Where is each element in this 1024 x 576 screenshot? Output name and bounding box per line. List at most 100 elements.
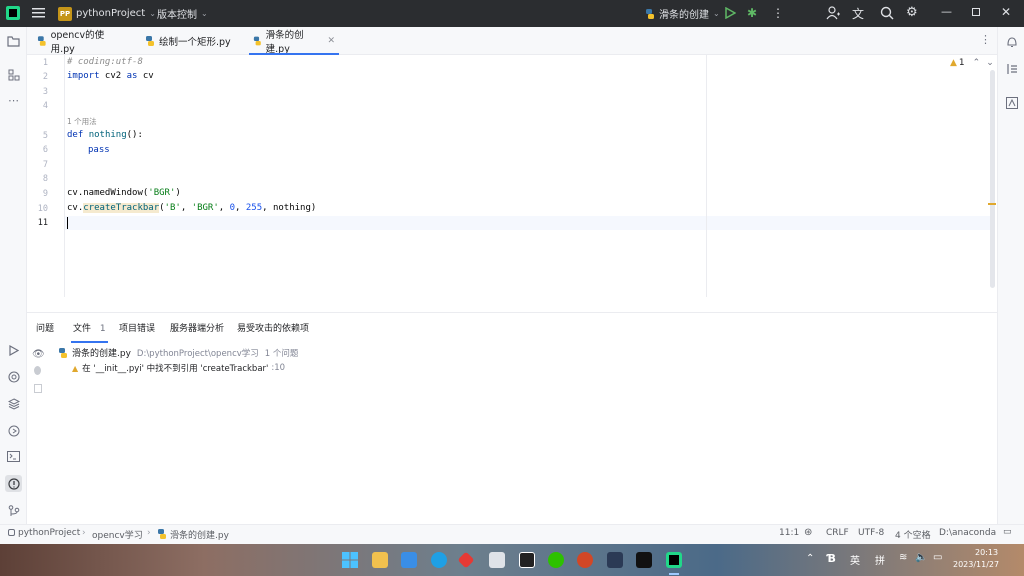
project-name: pythonProject xyxy=(76,8,146,19)
volume-icon[interactable]: 🔈 xyxy=(915,552,927,563)
gear-icon[interactable]: ⚙ xyxy=(906,5,918,20)
lightbulb-icon[interactable] xyxy=(34,366,41,375)
active-app-indicator xyxy=(669,573,679,575)
python-console-icon[interactable] xyxy=(6,369,21,384)
vcs-menu[interactable]: 版本控制 ⌄ xyxy=(157,0,208,27)
chevron-up-icon[interactable]: ⌃ xyxy=(806,553,814,564)
project-switcher[interactable]: PP pythonProject ⌄ xyxy=(58,0,156,27)
eye-icon[interactable]: 👁 xyxy=(32,349,45,360)
line-separator[interactable]: CRLF xyxy=(826,528,849,538)
problem-file-path: D:\pythonProject\opencv学习 xyxy=(136,348,259,359)
clock-time[interactable]: 20:13 xyxy=(975,548,998,557)
services-icon[interactable] xyxy=(6,423,21,438)
title-bar: PP pythonProject ⌄ 版本控制 ⌄ 滑条的创建 ⌄ ✱ ⋮ 文 … xyxy=(0,0,1024,27)
current-line-highlight xyxy=(65,216,995,230)
problem-file-row[interactable]: 滑条的创建.py D:\pythonProject\opencv学习 1 个问题 xyxy=(58,346,298,359)
wifi-icon[interactable]: ≋ xyxy=(899,552,907,563)
store-icon[interactable] xyxy=(401,552,417,568)
breadcrumb-file[interactable]: 滑条的创建.py xyxy=(170,528,229,541)
calculator-icon[interactable] xyxy=(489,552,505,568)
inspection-widget[interactable]: ▲ 1 ⌃ ⌄ xyxy=(950,58,994,68)
pycharm-logo-icon[interactable] xyxy=(6,6,20,20)
breadcrumb-folder[interactable]: opencv学习 xyxy=(92,528,143,541)
chevron-down-icon[interactable]: ⌄ xyxy=(986,58,994,68)
lock-icon[interactable]: ▭ xyxy=(1003,527,1012,537)
terminal-icon[interactable] xyxy=(6,449,21,464)
sciview-icon[interactable] xyxy=(1004,95,1019,110)
search-icon[interactable] xyxy=(880,6,894,23)
main-menu-icon[interactable] xyxy=(32,7,45,22)
tray-app-icon[interactable]: Ɓ xyxy=(827,552,836,565)
preview-icon[interactable] xyxy=(34,384,42,393)
terminal-app-icon[interactable] xyxy=(636,552,652,568)
ime-pinyin[interactable]: 拼 xyxy=(875,552,885,567)
folder-icon[interactable] xyxy=(6,34,21,49)
run-config-selector[interactable]: 滑条的创建 ⌄ xyxy=(645,0,720,27)
edge-browser-icon[interactable] xyxy=(431,552,447,568)
tab-project-errors[interactable]: 项目错误 xyxy=(119,321,155,334)
problem-message: 在 '__init__.pyi' 中找不到引用 'createTrackbar' xyxy=(82,364,269,374)
caret-position[interactable]: 11:1 xyxy=(779,528,799,538)
chevron-up-icon[interactable]: ⌃ xyxy=(973,58,981,68)
clipchamp-icon[interactable] xyxy=(519,552,535,568)
add-user-icon[interactable] xyxy=(826,6,840,23)
tab-draw-rectangle[interactable]: 绘制一个矩形.py xyxy=(135,27,243,55)
app-dark-icon[interactable] xyxy=(607,552,623,568)
windows-start-icon[interactable] xyxy=(342,552,358,568)
problem-item[interactable]: ▲ 在 '__init__.pyi' 中找不到引用 'createTrackba… xyxy=(72,362,285,374)
module-icon xyxy=(8,529,15,536)
run-icon[interactable] xyxy=(725,6,737,22)
clock-date[interactable]: 2023/11/27 xyxy=(953,560,999,569)
indent-setting[interactable]: 4 个空格 xyxy=(895,528,931,541)
tab-vulnerable-deps[interactable]: 易受攻击的依赖项 xyxy=(237,321,309,334)
usage-inlay-hint[interactable]: 1 个用法 xyxy=(67,116,97,127)
git-icon[interactable] xyxy=(6,503,21,518)
run-config-label: 滑条的创建 xyxy=(659,10,709,21)
editor-scrollbar[interactable] xyxy=(990,70,995,288)
warning-icon: ▲ xyxy=(72,363,79,373)
notifications-icon[interactable] xyxy=(1004,34,1019,49)
ime-mode[interactable]: 英 xyxy=(850,552,860,567)
battery-icon[interactable]: ▭ xyxy=(933,552,942,563)
python-file-icon xyxy=(37,35,46,46)
breadcrumb-project[interactable]: pythonProject xyxy=(18,528,80,538)
tab-file[interactable]: 文件 1 xyxy=(71,321,108,343)
problems-title[interactable]: 问题 xyxy=(36,321,54,334)
tab-opencv-usage[interactable]: opencv的使用.py xyxy=(27,27,135,55)
packages-icon[interactable] xyxy=(6,396,21,411)
debug-icon[interactable]: ✱ xyxy=(747,6,757,20)
app-red-icon[interactable] xyxy=(457,551,475,569)
file-encoding[interactable]: UTF-8 xyxy=(858,528,884,538)
wechat-icon[interactable] xyxy=(548,552,564,568)
tab-close-icon[interactable]: ✕ xyxy=(327,36,335,46)
more-actions-icon[interactable]: ⋮ xyxy=(772,6,784,20)
translate-icon[interactable]: 文 xyxy=(852,5,864,22)
file-count: 1 xyxy=(99,324,106,334)
copilot-icon[interactable]: ⊛ xyxy=(804,527,812,538)
python-file-icon xyxy=(59,347,67,358)
minimize-icon[interactable]: — xyxy=(941,5,952,18)
ai-assistant-icon[interactable] xyxy=(1004,61,1019,76)
editor-tab-bar: opencv的使用.py 绘制一个矩形.py 滑条的创建.py ✕ ⋮ xyxy=(27,27,997,55)
powerpoint-icon[interactable] xyxy=(577,552,593,568)
run-tool-icon[interactable] xyxy=(6,343,21,358)
line-number: 4 xyxy=(42,101,48,111)
tab-options-icon[interactable]: ⋮ xyxy=(980,33,991,46)
close-icon[interactable]: ✕ xyxy=(1001,5,1011,19)
tab-trackbar-create[interactable]: 滑条的创建.py ✕ xyxy=(243,27,345,55)
tab-label: 滑条的创建.py xyxy=(265,29,304,55)
code-line-1: # coding:utf-8 xyxy=(67,57,143,67)
python-interpreter[interactable]: D:\anaconda xyxy=(939,528,996,538)
code-editor[interactable] xyxy=(27,55,990,297)
file-explorer-icon[interactable] xyxy=(372,552,388,568)
code-line-2: import cv2 as cv xyxy=(67,71,154,81)
breadcrumb-separator: › xyxy=(147,528,151,538)
pycharm-taskbar-icon[interactable] xyxy=(666,552,682,568)
more-tools-icon[interactable]: ⋯ xyxy=(6,93,21,108)
structure-icon[interactable] xyxy=(6,67,21,82)
problems-tool-icon[interactable] xyxy=(5,475,22,492)
tab-server-analysis[interactable]: 服务器端分析 xyxy=(170,321,224,334)
problem-count: 1 个问题 xyxy=(264,348,299,359)
maximize-icon[interactable] xyxy=(972,8,980,16)
error-stripe-marker[interactable] xyxy=(988,203,996,205)
